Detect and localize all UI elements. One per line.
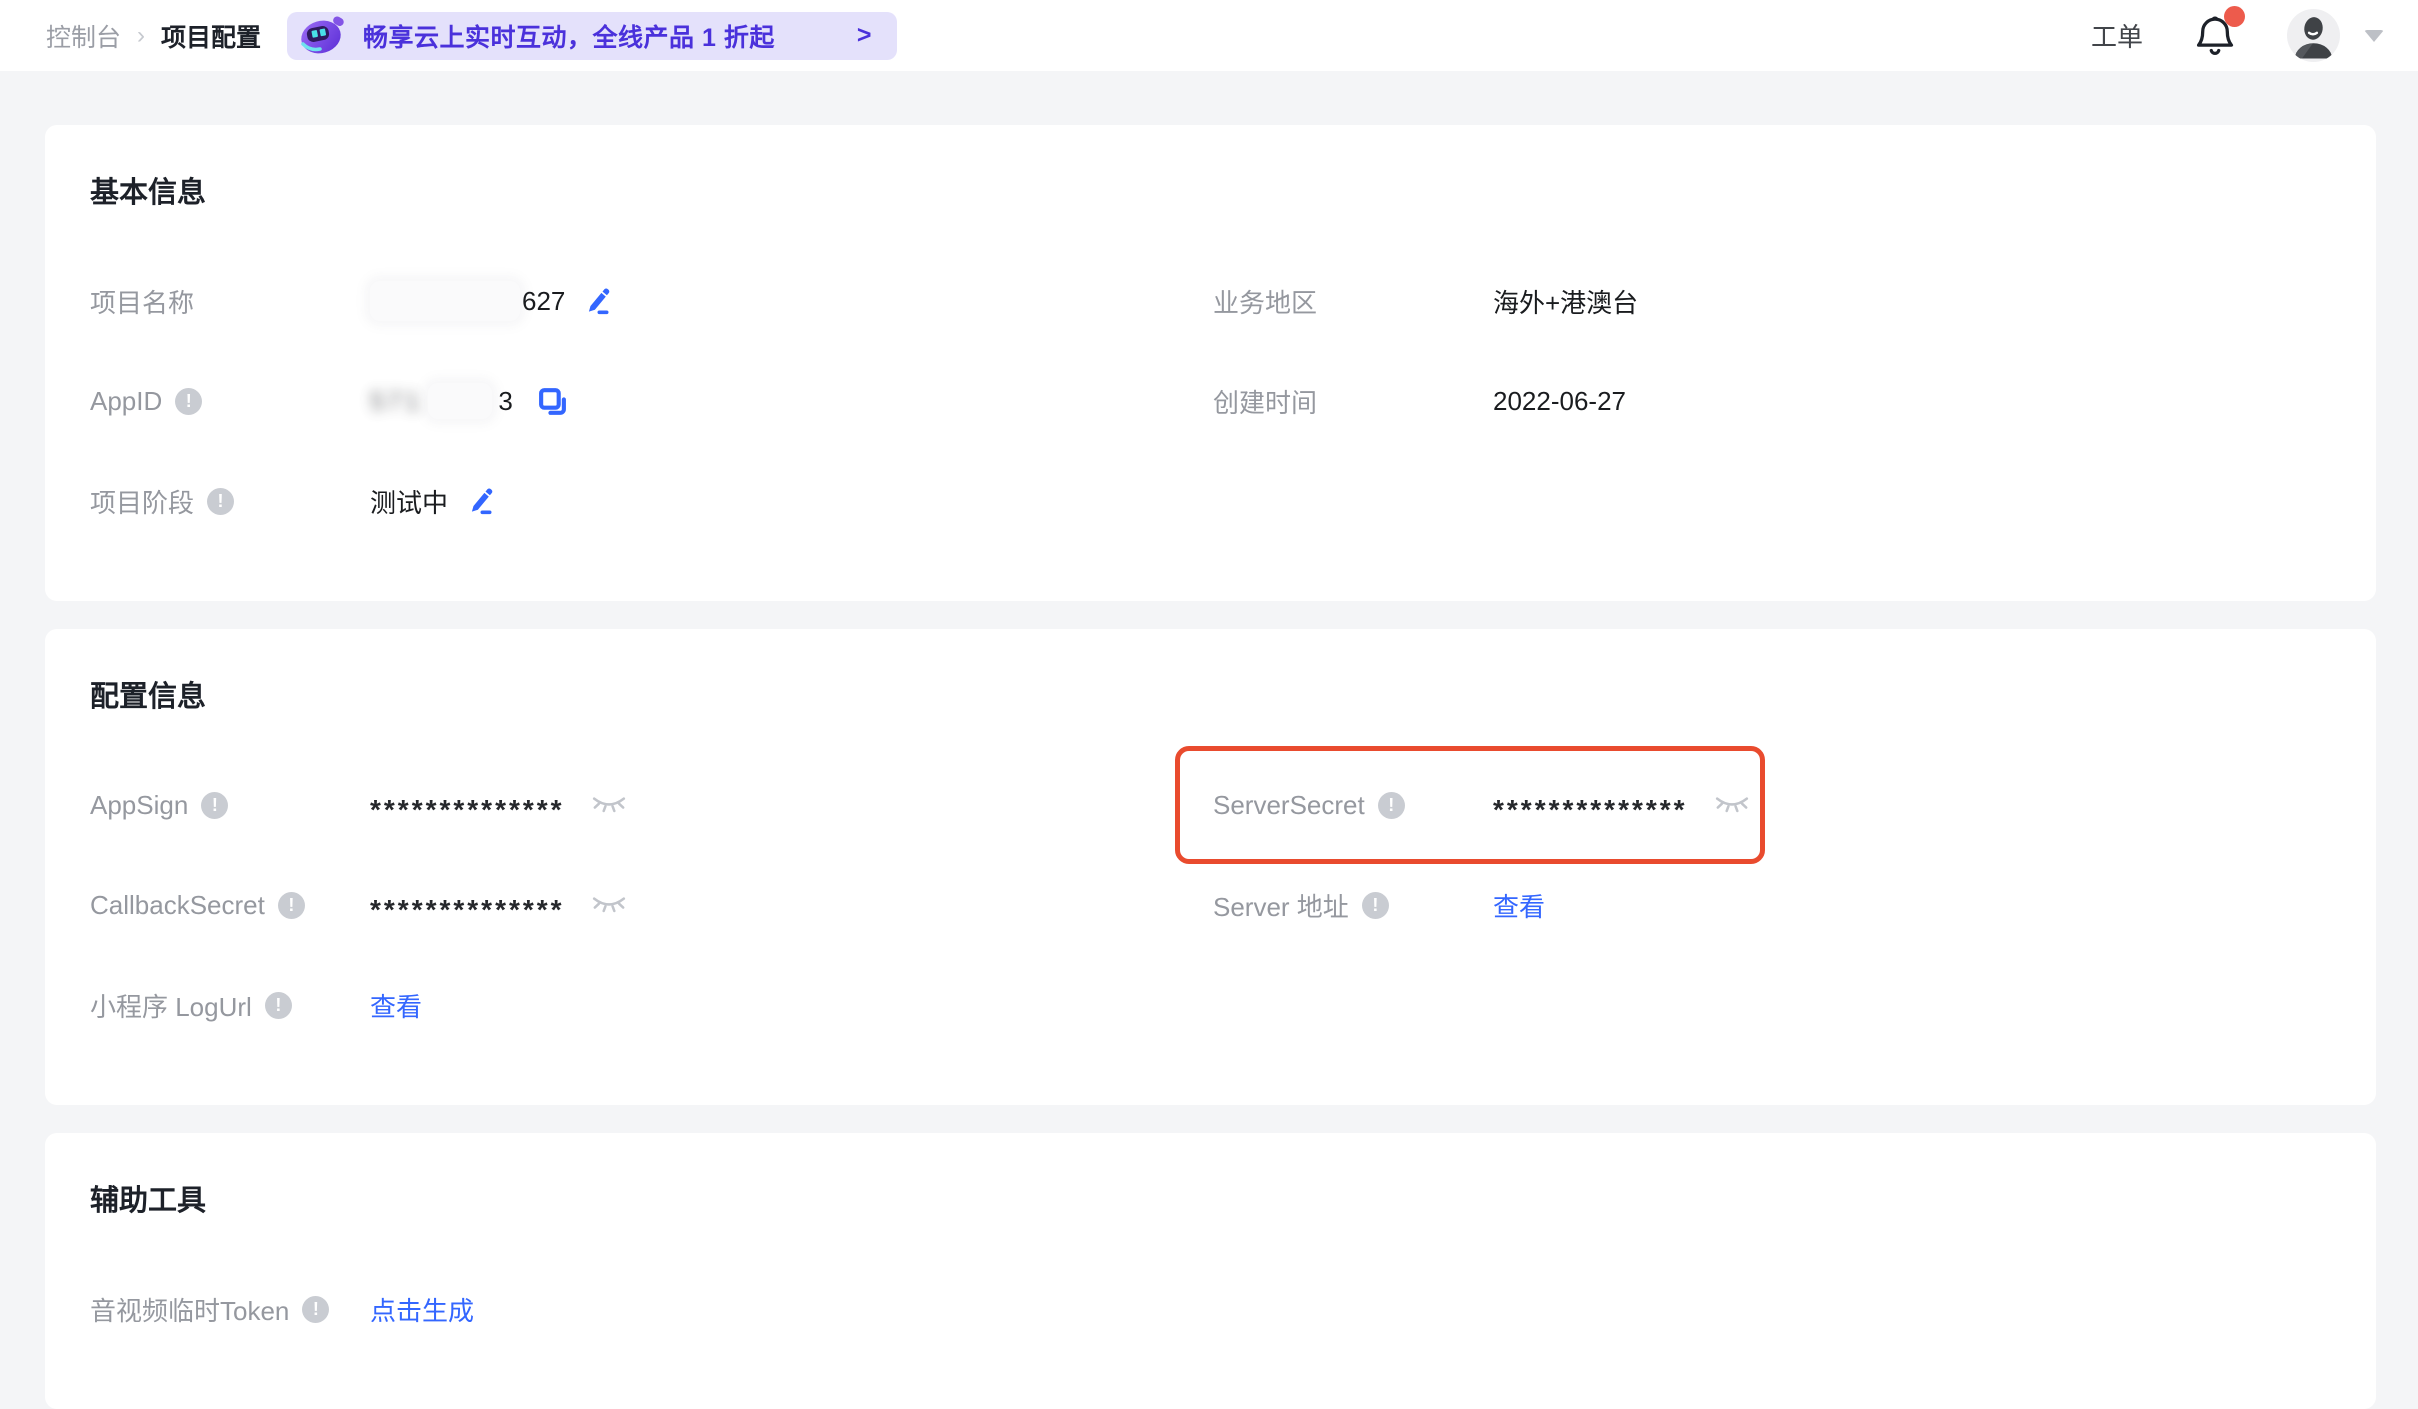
field-region: 业务地区 海外+港澳台 <box>1213 251 2331 351</box>
app-id-label: AppID <box>90 386 162 417</box>
av-token-label: 音视频临时Token <box>90 1291 289 1328</box>
callback-secret-label: CallbackSecret <box>90 890 265 921</box>
server-secret-info-icon[interactable]: ! <box>1378 792 1405 819</box>
redaction-smudge <box>370 281 520 321</box>
breadcrumb-current-page: 项目配置 <box>161 18 261 54</box>
field-empty <box>1213 1259 2331 1359</box>
notification-bell-button[interactable] <box>2195 14 2235 58</box>
project-stage-value: 测试中 <box>370 483 448 520</box>
field-empty <box>1213 955 2331 1055</box>
field-server-address: Server 地址 ! 查看 <box>1213 855 2331 955</box>
caret-down-icon[interactable] <box>2364 30 2384 42</box>
field-project-stage: 项目阶段 ! 测试中 <box>90 451 1213 551</box>
reveal-app-sign-eye-icon[interactable] <box>591 794 627 816</box>
server-secret-label: ServerSecret <box>1213 790 1365 821</box>
person-icon <box>2287 9 2340 62</box>
field-miniprogram-logurl: 小程序 LogUrl ! 查看 <box>90 955 1213 1055</box>
region-label: 业务地区 <box>1213 283 1317 320</box>
promo-mascot-icon <box>297 13 347 59</box>
app-sign-info-icon[interactable]: ! <box>201 792 228 819</box>
region-value: 海外+港澳台 <box>1493 283 1638 320</box>
tools-card: 辅助工具 音视频临时Token ! 点击生成 <box>45 1133 2376 1409</box>
field-app-sign: AppSign ! ************** <box>90 755 1213 855</box>
config-info-title: 配置信息 <box>90 679 2331 715</box>
field-project-name: 项目名称 627 <box>90 251 1213 351</box>
avatar[interactable] <box>2287 9 2340 62</box>
breadcrumb-console[interactable]: 控制台 <box>46 18 121 54</box>
field-empty <box>1213 451 2331 551</box>
miniprogram-logurl-info-icon[interactable]: ! <box>265 992 292 1019</box>
created-time-value: 2022-06-27 <box>1493 386 1626 417</box>
callback-secret-masked-value: ************** <box>370 894 565 926</box>
app-sign-label: AppSign <box>90 790 188 821</box>
basic-info-title: 基本信息 <box>90 175 2331 211</box>
breadcrumb: 控制台 › 项目配置 <box>46 18 261 54</box>
server-secret-masked-value: ************** <box>1493 794 1688 826</box>
av-token-info-icon[interactable]: ! <box>302 1296 329 1323</box>
miniprogram-logurl-label: 小程序 LogUrl <box>90 987 252 1024</box>
copy-app-id-icon[interactable] <box>537 386 568 417</box>
app-sign-masked-value: ************** <box>370 794 565 826</box>
config-info-card: 配置信息 AppSign ! ************** <box>45 629 2376 1105</box>
reveal-server-secret-eye-icon[interactable] <box>1714 794 1750 816</box>
server-address-info-icon[interactable]: ! <box>1362 892 1389 919</box>
server-address-view-link[interactable]: 查看 <box>1493 887 1545 924</box>
server-address-label: Server 地址 <box>1213 887 1349 924</box>
callback-secret-info-icon[interactable]: ! <box>278 892 305 919</box>
promo-banner[interactable]: 畅享云上实时互动，全线产品 1 折起 > <box>287 12 897 60</box>
app-id-value: 3 <box>498 386 512 417</box>
miniprogram-logurl-view-link[interactable]: 查看 <box>370 987 422 1024</box>
notification-badge <box>2224 6 2245 27</box>
redaction-smudge <box>428 383 492 419</box>
field-app-id: AppID ! 571 3 <box>90 351 1213 451</box>
reveal-callback-secret-eye-icon[interactable] <box>591 894 627 916</box>
app-id-obscured: 571 <box>370 386 422 417</box>
project-name-value: 627 <box>522 286 565 317</box>
basic-info-card: 基本信息 项目名称 627 <box>45 125 2376 601</box>
chevron-right-icon: › <box>137 22 145 50</box>
created-time-label: 创建时间 <box>1213 383 1317 420</box>
top-bar: 控制台 › 项目配置 畅享云上实时互动，全线产品 1 折起 > 工单 <box>0 0 2418 71</box>
promo-text: 畅享云上实时互动，全线产品 1 折起 <box>363 18 775 54</box>
field-server-secret: ServerSecret ! ************** <box>1213 755 2331 855</box>
promo-arrow-icon: > <box>857 21 872 50</box>
tools-title: 辅助工具 <box>90 1183 2331 1219</box>
edit-project-name-icon[interactable] <box>581 286 611 316</box>
project-stage-label: 项目阶段 <box>90 483 194 520</box>
project-name-label: 项目名称 <box>90 283 194 320</box>
edit-project-stage-icon[interactable] <box>464 486 494 516</box>
field-created-time: 创建时间 2022-06-27 <box>1213 351 2331 451</box>
ticket-link[interactable]: 工单 <box>2091 17 2143 54</box>
main-content: 基本信息 项目名称 627 <box>0 71 2418 1409</box>
av-token-generate-link[interactable]: 点击生成 <box>370 1291 474 1328</box>
topbar-actions: 工单 <box>2091 9 2384 62</box>
field-callback-secret: CallbackSecret ! ************** <box>90 855 1213 955</box>
field-av-token: 音视频临时Token ! 点击生成 <box>90 1259 1213 1359</box>
app-id-info-icon[interactable]: ! <box>175 388 202 415</box>
project-stage-info-icon[interactable]: ! <box>207 488 234 515</box>
